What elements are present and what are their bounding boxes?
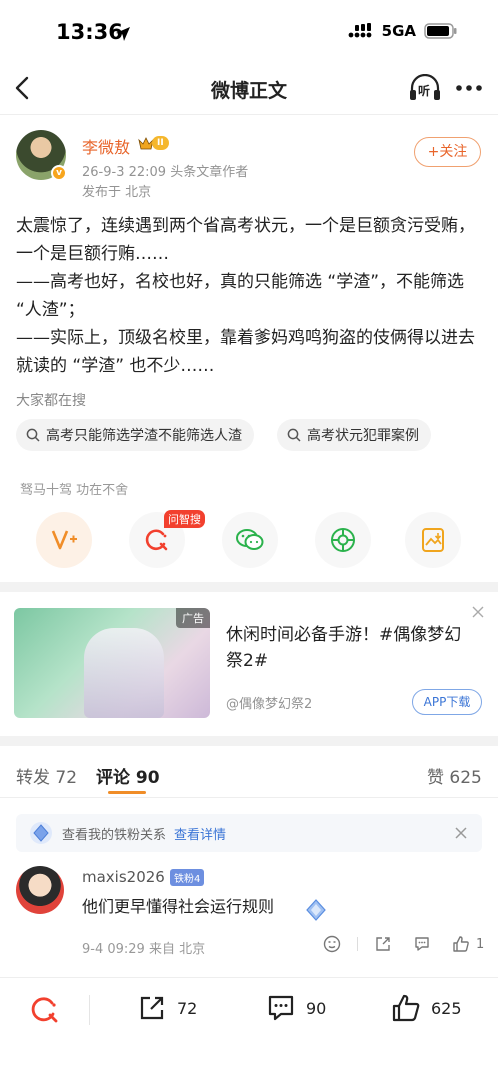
post-body: 太震惊了，连续遇到两个省高考状元，一个是巨额贪污受贿，一个是巨额行贿…… ——高… [16, 216, 475, 376]
location-arrow-icon [116, 27, 130, 41]
ad-author: @偶像梦幻祭2 [226, 697, 313, 712]
author-name[interactable]: 李微敖 [82, 134, 130, 158]
comment-like-count: 1 [476, 936, 485, 952]
section-divider [0, 582, 498, 592]
ad-tag: 广告 [176, 608, 210, 628]
signal-icon [348, 23, 372, 38]
ad-image-figure [84, 628, 164, 718]
level-text: II [152, 136, 169, 150]
bottom-bar-divider [0, 977, 498, 978]
status-time: 13:36 [56, 20, 123, 44]
comment-text: 他们更早懂得社会运行规则 [82, 897, 275, 916]
ad-image[interactable]: 广告 [14, 608, 210, 718]
fan-level-badge: 铁粉4 [170, 869, 205, 886]
more-icon[interactable] [455, 84, 483, 92]
follow-button[interactable]: +关注 [414, 137, 481, 167]
wenzhisou-bottom-icon[interactable] [30, 995, 60, 1025]
v-plus-button[interactable] [36, 512, 92, 568]
comment-actions: 1 [323, 935, 484, 953]
emoji-reaction-icon[interactable] [323, 935, 341, 953]
commenter-avatar[interactable] [16, 866, 64, 914]
comment-meta: 9-4 09:29 来自 北京 [82, 942, 206, 957]
status-indicators: 5GA [348, 22, 458, 40]
diamond-icon [30, 822, 52, 844]
bottom-like-button[interactable]: 625 [391, 993, 462, 1023]
moments-share-button[interactable] [315, 512, 371, 568]
post-location: 发布于 北京 [82, 185, 152, 200]
fans-text: 查看我的铁粉关系 [62, 827, 167, 843]
search-chip-label: 高考状元犯罪案例 [307, 428, 419, 444]
save-image-icon [422, 528, 444, 552]
close-ad-icon[interactable] [471, 605, 485, 619]
post-date-role: 26-9-3 22:09 头条文章作者 [82, 165, 249, 180]
bottom-separator [89, 995, 90, 1025]
comment-icon [268, 995, 294, 1021]
close-icon[interactable] [454, 826, 468, 840]
member-level-badge: II [138, 136, 169, 150]
section-divider [0, 736, 498, 746]
app-download-button[interactable]: APP下载 [412, 689, 482, 715]
like-count: 625 [431, 998, 462, 1018]
search-chip-2[interactable]: 高考状元犯罪案例 [277, 419, 431, 451]
listen-label: 听 [418, 84, 431, 98]
search-chip-1[interactable]: 高考只能筛选学渣不能筛选人渣 [16, 419, 254, 451]
comment-reply-icon[interactable] [413, 935, 431, 953]
fans-relationship-bar[interactable]: 查看我的铁粉关系 查看详情 [16, 814, 482, 852]
active-tab-indicator [108, 791, 146, 794]
comment-count: 90 [306, 998, 327, 1018]
trending-search-title: 大家都在搜 [16, 393, 86, 409]
comment-like-icon[interactable] [452, 935, 470, 953]
moments-icon [331, 528, 355, 552]
repost-count: 72 [177, 998, 198, 1018]
bottom-comment-button[interactable]: 90 [266, 993, 326, 1023]
tab-likes[interactable]: 赞 625 [427, 763, 482, 788]
ad-title[interactable]: 休闲时间必备手游！#偶像梦幻祭2# [226, 622, 476, 674]
search-chip-label: 高考只能筛选学渣不能筛选人渣 [46, 428, 242, 444]
search-icon [26, 428, 40, 442]
fans-detail-link[interactable]: 查看详情 [174, 824, 226, 843]
wechat-icon [236, 529, 264, 550]
v-plus-icon [51, 530, 77, 550]
action-separator [357, 937, 358, 951]
search-icon [287, 428, 301, 442]
network-type: 5GA [381, 22, 416, 40]
nav-divider [0, 114, 498, 115]
repost-icon [140, 996, 164, 1020]
tab-divider [0, 797, 498, 798]
wenzhisou-tag: 问智搜 [164, 510, 205, 528]
verified-badge-icon: v [51, 165, 67, 181]
bottom-repost-button[interactable]: 72 [137, 993, 197, 1023]
wechat-share-button[interactable] [222, 512, 278, 568]
like-icon [392, 994, 420, 1022]
diamond-sticker-icon [306, 899, 326, 921]
listen-button[interactable]: 听 [408, 74, 442, 102]
save-image-button[interactable] [405, 512, 461, 568]
comment-share-icon[interactable] [374, 935, 392, 953]
tab-reposts[interactable]: 转发 72 [16, 763, 77, 788]
tab-comments[interactable]: 评论 90 [96, 763, 160, 788]
share-slogan: 驽马十驾 功在不舍 [20, 483, 129, 498]
battery-icon [424, 23, 457, 39]
commenter-name[interactable]: maxis2026 [82, 868, 165, 886]
wenzhisou-icon [145, 529, 168, 551]
